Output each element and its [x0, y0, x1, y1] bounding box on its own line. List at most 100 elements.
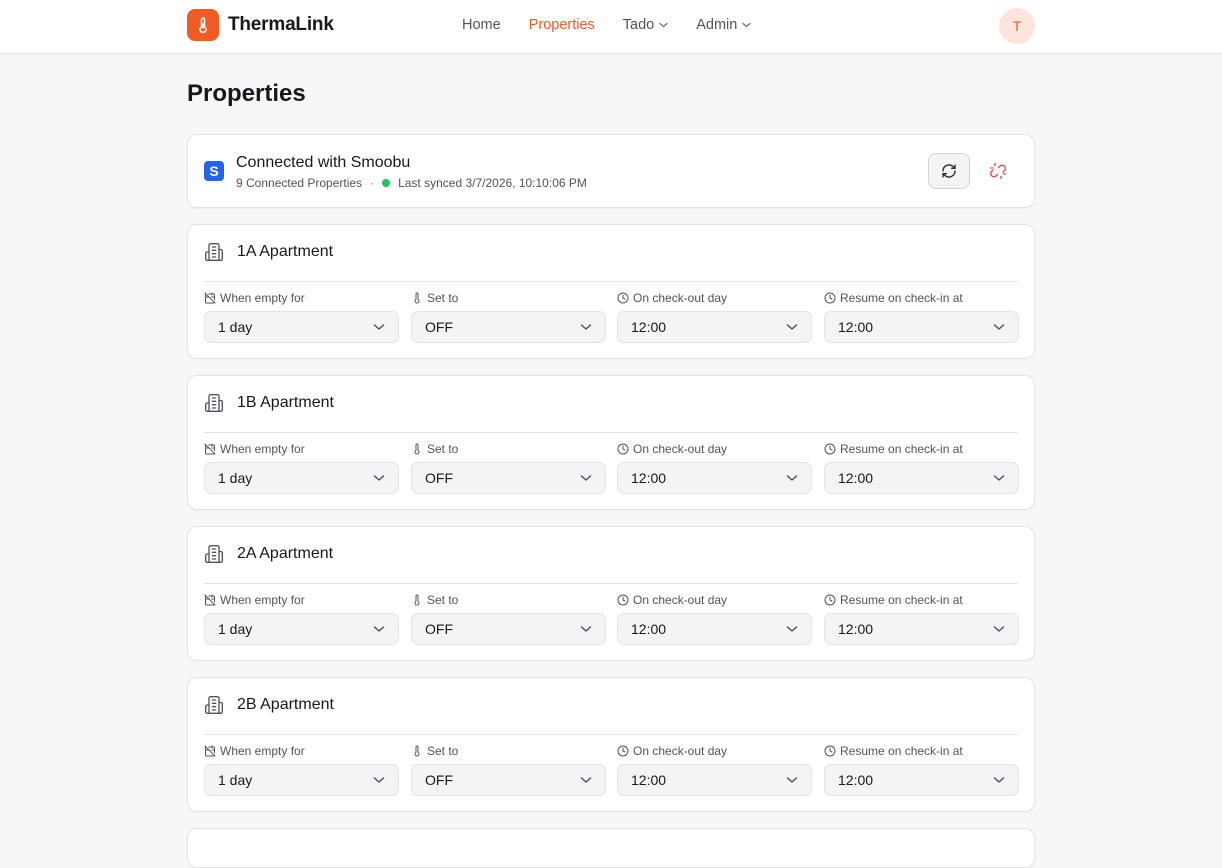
chevron-down-icon [786, 324, 798, 330]
brand[interactable]: ThermaLink [187, 9, 334, 41]
set-to-field: Set to OFF [411, 744, 606, 796]
calendar-off-icon [204, 292, 216, 304]
when-empty-label-text: When empty for [220, 744, 305, 758]
checkin-select[interactable]: 12:00 [824, 311, 1019, 343]
clock-icon [617, 443, 629, 455]
checkout-select[interactable]: 12:00 [617, 462, 812, 494]
checkin-value: 12:00 [838, 319, 874, 335]
property-card: 2B Apartment When empty for 1 day Set to… [187, 677, 1035, 812]
checkout-label: On check-out day [617, 744, 812, 758]
checkin-field: Resume on check-in at 12:00 [824, 593, 1019, 645]
when-empty-field: When empty for 1 day [204, 291, 399, 343]
unlink-icon [989, 162, 1007, 180]
checkout-select[interactable]: 12:00 [617, 311, 812, 343]
thermometer-icon [414, 594, 420, 606]
checkin-select[interactable]: 12:00 [824, 613, 1019, 645]
chevron-down-icon [786, 626, 798, 632]
chevron-down-icon [373, 324, 385, 330]
chevron-down-icon [373, 777, 385, 783]
checkin-value: 12:00 [838, 772, 874, 788]
checkin-label: Resume on check-in at [824, 593, 1019, 607]
when-empty-label: When empty for [204, 291, 399, 305]
divider [204, 432, 1018, 433]
clock-icon [824, 292, 836, 304]
chevron-down-icon [659, 22, 668, 28]
checkout-value: 12:00 [631, 772, 667, 788]
disconnect-button[interactable] [980, 153, 1016, 189]
checkin-label: Resume on check-in at [824, 744, 1019, 758]
property-name: 2B Apartment [237, 696, 334, 713]
set-to-label: Set to [411, 442, 606, 456]
property-header: 2A Apartment [204, 544, 333, 564]
checkin-field: Resume on check-in at 12:00 [824, 744, 1019, 796]
property-name: 2A Apartment [237, 545, 334, 562]
set-to-select[interactable]: OFF [411, 613, 606, 645]
refresh-icon [942, 164, 956, 178]
thermometer-icon [414, 745, 420, 757]
checkin-label-text: Resume on check-in at [840, 442, 963, 456]
chevron-down-icon [993, 626, 1005, 632]
chevron-down-icon [373, 475, 385, 481]
property-card: 1A Apartment When empty for 1 day Set to… [187, 224, 1035, 359]
nav-properties-label: Properties [528, 17, 595, 33]
nav-properties[interactable]: Properties [529, 17, 595, 33]
when-empty-select[interactable]: 1 day [204, 311, 399, 343]
checkin-field: Resume on check-in at 12:00 [824, 442, 1019, 494]
checkin-value: 12:00 [838, 621, 874, 637]
last-synced: Last synced 3/7/2026, 10:10:06 PM [398, 176, 587, 190]
building-icon [205, 394, 223, 412]
checkin-select[interactable]: 12:00 [824, 764, 1019, 796]
checkout-label: On check-out day [617, 593, 812, 607]
calendar-off-icon [204, 594, 216, 606]
property-name: 1B Apartment [237, 394, 334, 411]
nav-tado-dropdown[interactable]: Tado [623, 17, 668, 33]
checkin-label-text: Resume on check-in at [840, 291, 963, 305]
when-empty-field: When empty for 1 day [204, 744, 399, 796]
main-nav: Home Properties Tado Admin [462, 0, 779, 50]
checkout-select[interactable]: 12:00 [617, 764, 812, 796]
when-empty-select[interactable]: 1 day [204, 462, 399, 494]
sync-button[interactable] [928, 153, 970, 189]
set-to-label: Set to [411, 291, 606, 305]
checkout-label-text: On check-out day [633, 593, 728, 607]
nav-admin-dropdown[interactable]: Admin [696, 17, 751, 33]
checkout-label-text: On check-out day [633, 442, 728, 456]
when-empty-value: 1 day [218, 319, 253, 335]
when-empty-label-text: When empty for [220, 593, 305, 607]
set-to-label-text: Set to [427, 291, 459, 305]
checkout-value: 12:00 [631, 319, 667, 335]
set-to-value: OFF [425, 772, 453, 788]
clock-icon [824, 594, 836, 606]
checkin-label: Resume on check-in at [824, 442, 1019, 456]
set-to-value: OFF [425, 621, 453, 637]
page-title: Properties [187, 80, 306, 107]
checkout-label: On check-out day [617, 442, 812, 456]
property-card: 2A Apartment When empty for 1 day Set to… [187, 526, 1035, 661]
building-icon [205, 545, 223, 563]
chevron-down-icon [786, 475, 798, 481]
when-empty-label: When empty for [204, 442, 399, 456]
property-card: 1B Apartment When empty for 1 day Set to… [187, 375, 1035, 510]
set-to-select[interactable]: OFF [411, 764, 606, 796]
thermometer-logo-icon [187, 9, 219, 41]
when-empty-value: 1 day [218, 772, 253, 788]
sync-status-dot [382, 179, 391, 187]
clock-icon [824, 745, 836, 757]
divider [204, 281, 1018, 282]
set-to-select[interactable]: OFF [411, 311, 606, 343]
when-empty-select[interactable]: 1 day [204, 764, 399, 796]
calendar-off-icon [204, 745, 216, 757]
checkout-select[interactable]: 12:00 [617, 613, 812, 645]
checkin-select[interactable]: 12:00 [824, 462, 1019, 494]
chevron-down-icon [373, 626, 385, 632]
checkin-field: Resume on check-in at 12:00 [824, 291, 1019, 343]
set-to-select[interactable]: OFF [411, 462, 606, 494]
when-empty-select[interactable]: 1 day [204, 613, 399, 645]
user-avatar[interactable]: T [999, 8, 1035, 44]
when-empty-value: 1 day [218, 470, 253, 486]
checkout-value: 12:00 [631, 470, 667, 486]
set-to-label-text: Set to [427, 442, 459, 456]
nav-home[interactable]: Home [462, 17, 501, 33]
checkin-label-text: Resume on check-in at [840, 744, 963, 758]
chevron-down-icon [993, 475, 1005, 481]
